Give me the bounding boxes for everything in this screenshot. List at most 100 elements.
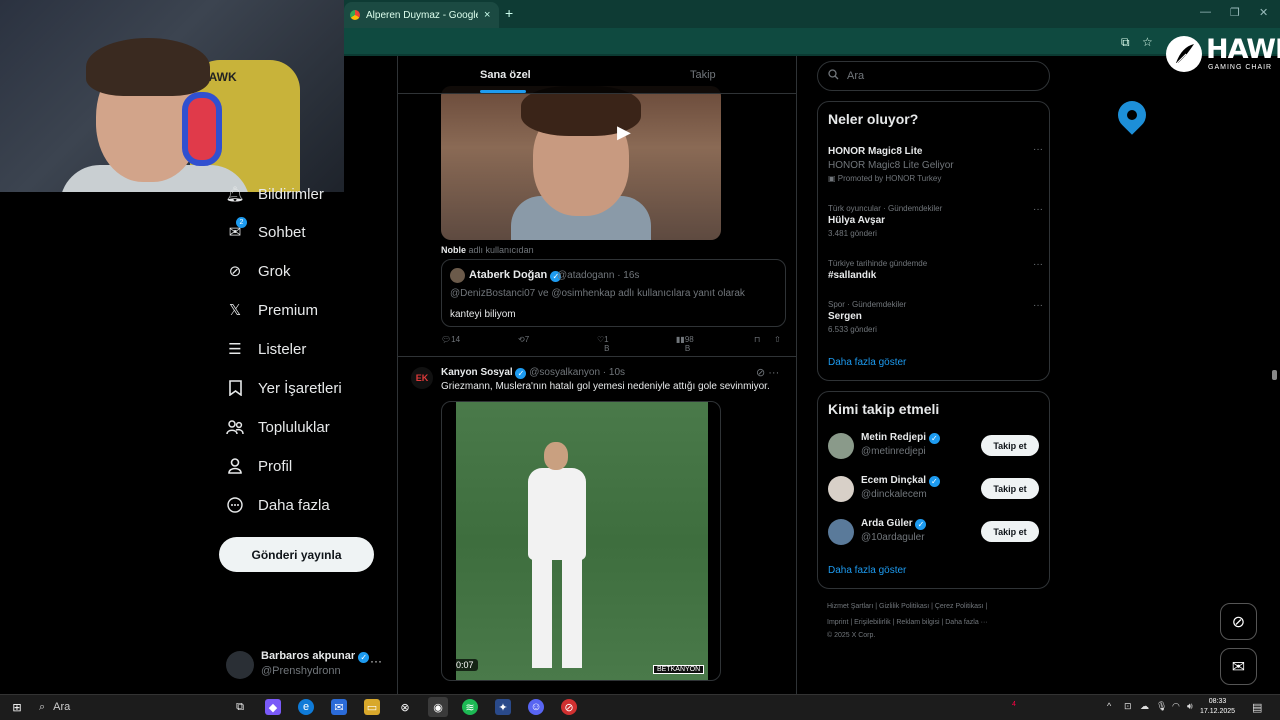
tray-chevron-icon[interactable]: ^ <box>1107 701 1111 711</box>
taskbar-clock[interactable]: 08:33 17.12.2025 <box>1200 697 1235 717</box>
active-tab-indicator <box>480 90 526 93</box>
task-view-icon[interactable]: ⧉ <box>232 699 248 715</box>
tweet-header: Kanyon Sosyal ✓ @sosyalkanyon · 10s <box>441 367 625 379</box>
wifi-icon[interactable]: ◠ <box>1172 701 1180 712</box>
xbox-icon[interactable]: ⊗ <box>397 699 413 715</box>
account-more-icon[interactable]: ··· <box>370 654 382 668</box>
pin-hole <box>1127 110 1137 120</box>
post-button[interactable]: Gönderi yayınla <box>219 537 374 572</box>
account-switcher[interactable]: Barbaros akpunar ✓ @Prenshydronn ··· <box>226 648 386 682</box>
x-logo-icon: 𝕏 <box>228 302 242 319</box>
install-app-icon[interactable]: ⧉ <box>1121 35 1130 50</box>
notifications-icon[interactable]: ▤ <box>1252 701 1262 714</box>
edge-icon[interactable]: e <box>298 699 314 715</box>
bookmark-star-icon[interactable]: ☆ <box>1142 35 1153 49</box>
follow-suggestion[interactable]: Metin Redjepi ✓ @metinredjepi Takip et <box>828 431 1043 461</box>
headset <box>182 92 222 166</box>
start-button-icon[interactable]: ⊞ <box>9 699 25 715</box>
footer-links-row[interactable]: Imprint | Erişilebilirlik | Reklam bilgi… <box>827 619 988 626</box>
avatar <box>828 519 854 545</box>
nav-item-more[interactable]: Daha fazla <box>226 493 330 517</box>
trend-more-icon[interactable]: ··· <box>1033 259 1043 270</box>
trend-item[interactable]: Türk oyuncular · Gündemdekiler Hülya Avş… <box>828 204 1043 238</box>
nav-item-premium[interactable]: 𝕏 Premium <box>226 298 318 322</box>
mail-icon: ✉ 2 <box>226 217 247 241</box>
tweet-more-icon[interactable]: ⊘ ··· <box>756 366 779 379</box>
trends-show-more-link[interactable]: Daha fazla göster <box>828 357 906 368</box>
nav-item-notifications[interactable]: 🔔︎ Bildirimler <box>225 182 324 206</box>
spotify-icon[interactable]: ≋ <box>462 699 478 715</box>
quoted-author-name[interactable]: Ataberk Doğan ✓ <box>469 269 562 282</box>
maximize-button[interactable]: ❐ <box>1230 6 1240 19</box>
more-circle-icon <box>226 496 244 514</box>
trend-item[interactable]: HONOR Magic8 Lite HONOR Magic8 Lite Geli… <box>828 144 1043 183</box>
taskbar-search-label: Ara <box>53 701 71 713</box>
file-explorer-icon[interactable]: ▭ <box>364 699 380 715</box>
search-input[interactable]: Ara <box>817 61 1050 91</box>
discord-icon[interactable]: ☺ <box>528 699 544 715</box>
scrollbar-thumb[interactable] <box>1272 370 1277 380</box>
trend-more-icon[interactable]: ··· <box>1033 300 1043 311</box>
nav-item-bookmarks[interactable]: Yer İşaretleri <box>226 376 342 400</box>
nav-label: Topluluklar <box>258 418 330 436</box>
follow-button[interactable]: Takip et <box>981 521 1039 542</box>
copilot-icon[interactable]: ◆ <box>265 699 281 715</box>
reply-button[interactable]: 💬︎ 14 <box>441 335 460 344</box>
window-close-button[interactable]: ✕ <box>1259 6 1268 19</box>
microphone-icon[interactable]: 🎙︎ <box>1156 701 1167 712</box>
avatar[interactable]: EK <box>411 367 433 389</box>
nav-item-profile[interactable]: Profil <box>226 454 292 478</box>
nav-item-lists[interactable]: ☰ Listeler <box>226 337 306 361</box>
grok-fab-button[interactable]: ⊘ <box>1220 603 1257 640</box>
mail-app-icon[interactable]: ✉ <box>331 699 347 715</box>
tweet-meta: @sosyalkanyon · 10s <box>529 367 626 378</box>
follow-button[interactable]: Takip et <box>981 435 1039 456</box>
follow-suggestion[interactable]: Ecem Dinçkal ✓ @dinckalecem Takip et <box>828 474 1043 504</box>
browser-tab[interactable]: Alperen Duymaz - Google'da A × <box>344 2 499 28</box>
new-tab-button[interactable]: + <box>505 5 513 21</box>
search-icon: ⌕ <box>39 700 46 713</box>
minimize-button[interactable]: — <box>1200 6 1211 18</box>
nav-label: Bildirimler <box>258 185 324 203</box>
follow-show-more-link[interactable]: Daha fazla göster <box>828 565 906 576</box>
hawk-word: HAWK <box>1206 34 1280 65</box>
address-bar[interactable] <box>344 28 1280 56</box>
tab-for-you[interactable]: Sana özel <box>480 69 531 81</box>
trend-more-icon[interactable]: ··· <box>1033 204 1043 215</box>
suggestion-handle: @10ardaguler <box>861 532 925 543</box>
nav-item-communities[interactable]: Topluluklar <box>226 415 330 439</box>
steam-icon[interactable]: ✦ <box>495 699 511 715</box>
tweet-video[interactable]: ▶ <box>441 86 721 240</box>
play-icon[interactable]: ▶ <box>617 122 631 143</box>
share-icon[interactable]: ⇧ <box>774 335 781 344</box>
cloud-icon[interactable]: ☁ <box>1140 701 1149 712</box>
quoted-tweet[interactable]: Ataberk Doğan ✓ @atadogann · 16s @DenizB… <box>441 259 786 327</box>
trend-item[interactable]: Spor · Gündemdekiler Sergen 6.533 gönder… <box>828 300 1043 334</box>
tray-app-icon[interactable]: ⊡ <box>1124 701 1132 712</box>
taskbar-search[interactable]: ⌕ Ara <box>33 697 163 717</box>
trend-item[interactable]: Türkiye tarihinde gündemde #sallandık ··… <box>828 259 1043 281</box>
chat-badge: 2 <box>236 217 247 228</box>
quoted-meta: @atadogann · 16s <box>557 270 640 281</box>
tab-close-icon[interactable]: × <box>484 9 490 21</box>
suggestion-name: Arda Güler ✓ <box>861 518 927 530</box>
account-name: Barbaros akpunar ✓ <box>261 650 370 663</box>
bookmark-icon[interactable]: ⊓ <box>754 335 760 344</box>
volume-icon[interactable]: 🔊︎ <box>1187 701 1193 712</box>
nav-item-grok[interactable]: ⊘ Grok <box>226 259 291 283</box>
trend-more-icon[interactable]: ··· <box>1033 144 1043 155</box>
footer-links-row[interactable]: Hizmet Şartları | Gizlilik Politikası | … <box>827 603 987 610</box>
chrome-icon[interactable]: ◉ <box>428 697 448 717</box>
nav-label: Daha fazla <box>258 496 330 514</box>
like-button[interactable]: ♡ 1 B <box>597 335 610 353</box>
tweet-author-name[interactable]: Kanyon Sosyal <box>441 367 513 378</box>
tab-following[interactable]: Takip <box>690 69 716 81</box>
app-icon[interactable]: ⊘ <box>561 699 577 715</box>
follow-suggestion[interactable]: Arda Güler ✓ @10ardaguler Takip et <box>828 517 1043 547</box>
tweet-video[interactable] <box>441 401 721 681</box>
follow-button[interactable]: Takip et <box>981 478 1039 499</box>
messages-fab-button[interactable]: ✉ <box>1220 648 1257 685</box>
views-button[interactable]: ▮▮ 98 B <box>676 335 694 353</box>
nav-item-chat[interactable]: ✉ 2 Sohbet <box>226 217 306 244</box>
retweet-button[interactable]: ⟲ 7 <box>518 335 529 344</box>
